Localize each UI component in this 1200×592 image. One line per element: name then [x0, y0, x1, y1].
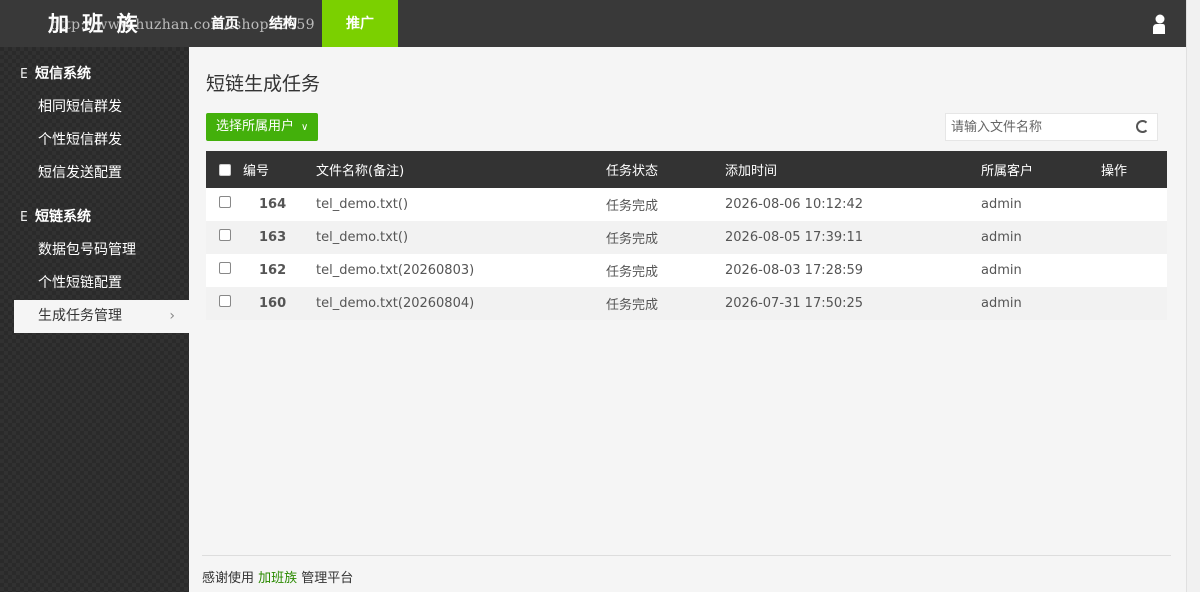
- footer: 感谢使用 加班族 管理平台: [202, 555, 1171, 586]
- cell-file: tel_demo.txt(20260803): [316, 263, 475, 278]
- cell-time: 2026-08-05 17:39:11: [725, 230, 864, 245]
- cell-status: 任务完成: [606, 232, 659, 247]
- footer-brand-link[interactable]: 加班族: [258, 571, 297, 586]
- select-all-checkbox[interactable]: [218, 163, 231, 176]
- sidebar-group-label: 短链系统: [35, 209, 91, 225]
- cell-time: 2026-08-03 17:28:59: [725, 263, 864, 278]
- nav-home[interactable]: 首页: [196, 0, 254, 47]
- sidebar-item-same-sms[interactable]: 相同短信群发: [0, 91, 189, 124]
- cell-time: 2026-08-06 10:12:42: [725, 197, 864, 212]
- row-checkbox[interactable]: [218, 195, 231, 208]
- table-header: 编号 文件名称(备注) 任务状态 添加时间 所属客户 操作: [206, 151, 1167, 188]
- cell-id: 163: [259, 230, 287, 245]
- top-nav: 首页 结构 推广: [196, 0, 398, 47]
- footer-prefix: 感谢使用: [202, 571, 259, 586]
- cell-file: tel_demo.txt(): [316, 230, 409, 245]
- sidebar-group-shortlink[interactable]: E 短链系统: [0, 200, 189, 234]
- cell-client: admin: [981, 263, 1022, 278]
- header-client: 所属客户: [981, 164, 1034, 179]
- search-box: [945, 113, 1158, 141]
- cell-file: tel_demo.txt(): [316, 197, 409, 212]
- cell-time: 2026-07-31 17:50:25: [725, 296, 864, 311]
- row-checkbox[interactable]: [218, 294, 231, 307]
- chevron-down-icon: ∨: [301, 122, 309, 133]
- row-checkbox[interactable]: [218, 261, 231, 274]
- header-file: 文件名称(备注): [316, 164, 405, 179]
- sidebar-group-label: 短信系统: [35, 66, 91, 82]
- sidebar: E 短信系统 相同短信群发 个性短信群发 短信发送配置 E 短链系统 数据包号码…: [0, 47, 189, 592]
- cell-client: admin: [981, 230, 1022, 245]
- select-user-dropdown[interactable]: 选择所属用户 ∨: [206, 113, 319, 141]
- cell-id: 160: [259, 296, 287, 311]
- top-bar: 加 班 族 http://www.huzhan.com/ishop32059 首…: [0, 0, 1186, 47]
- footer-suffix: 管理平台: [297, 571, 354, 586]
- sidebar-item-shortlink-config[interactable]: 个性短链配置: [0, 267, 189, 300]
- sidebar-item-task-management[interactable]: 生成任务管理 ›: [14, 300, 189, 333]
- vertical-scrollbar[interactable]: [1186, 0, 1200, 592]
- cell-status: 任务完成: [606, 199, 659, 214]
- row-checkbox[interactable]: [218, 228, 231, 241]
- nav-promotion[interactable]: 推广: [322, 0, 398, 47]
- task-table: 编号 文件名称(备注) 任务状态 添加时间 所属客户 操作 164 tel_de…: [206, 151, 1167, 320]
- table-row: 160 tel_demo.txt(20260804) 任务完成 2026-07-…: [206, 287, 1167, 320]
- sidebar-item-number-packages[interactable]: 数据包号码管理: [0, 234, 189, 267]
- table-row: 164 tel_demo.txt() 任务完成 2026-08-06 10:12…: [206, 188, 1167, 221]
- header-id: 编号: [243, 164, 270, 179]
- chevron-right-icon: ›: [169, 308, 175, 324]
- cell-client: admin: [981, 197, 1022, 212]
- nav-structure[interactable]: 结构: [254, 0, 312, 47]
- table-body: 164 tel_demo.txt() 任务完成 2026-08-06 10:12…: [206, 188, 1167, 320]
- user-icon[interactable]: [1152, 14, 1166, 34]
- sidebar-item-personal-sms[interactable]: 个性短信群发: [0, 124, 189, 157]
- select-user-label: 选择所属用户: [216, 119, 295, 134]
- main-content: 短链生成任务 选择所属用户 ∨ 编号 文件名称(备注) 任务状态 添加时间 所属客…: [189, 47, 1186, 592]
- sidebar-item-label: 生成任务管理: [38, 308, 122, 324]
- menu-group-icon: E: [20, 67, 28, 82]
- page-title: 短链生成任务: [206, 73, 321, 95]
- cell-id: 164: [259, 197, 287, 212]
- table-row: 163 tel_demo.txt() 任务完成 2026-08-05 17:39…: [206, 221, 1167, 254]
- cell-id: 162: [259, 263, 287, 278]
- header-time: 添加时间: [725, 164, 778, 179]
- sidebar-item-sms-config[interactable]: 短信发送配置: [0, 157, 189, 190]
- sidebar-group-sms[interactable]: E 短信系统: [0, 57, 189, 91]
- cell-status: 任务完成: [606, 265, 659, 280]
- header-actions: 操作: [1101, 164, 1128, 179]
- header-status: 任务状态: [606, 164, 659, 179]
- cell-client: admin: [981, 296, 1022, 311]
- menu-group-icon: E: [20, 210, 28, 225]
- table-row: 162 tel_demo.txt(20260803) 任务完成 2026-08-…: [206, 254, 1167, 287]
- file-name-search-input[interactable]: [946, 114, 1126, 140]
- cell-status: 任务完成: [606, 298, 659, 313]
- search-icon[interactable]: [1136, 120, 1149, 133]
- cell-file: tel_demo.txt(20260804): [316, 296, 475, 311]
